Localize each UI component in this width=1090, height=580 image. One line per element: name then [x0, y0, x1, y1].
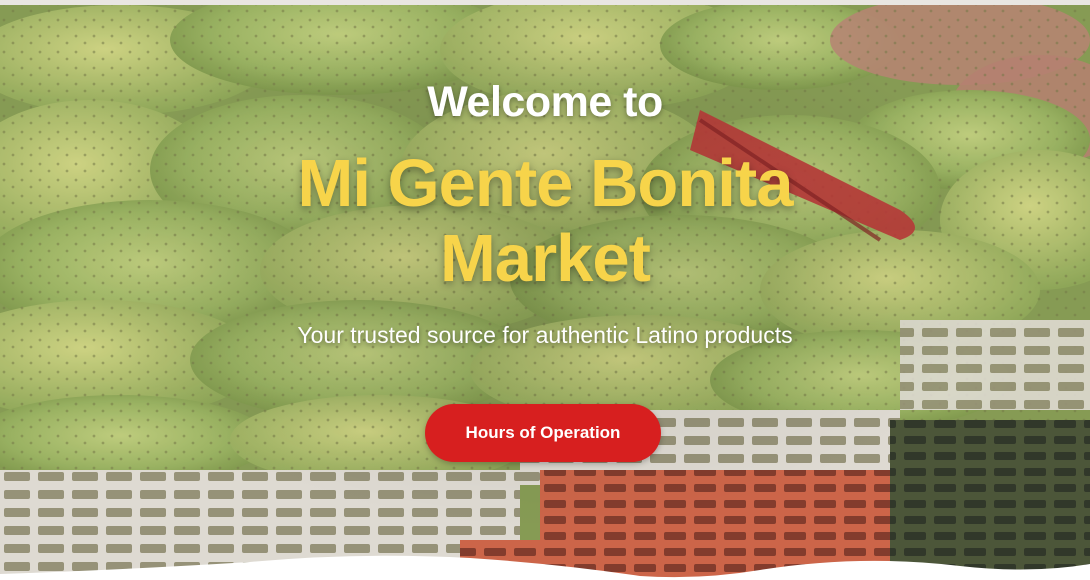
wave-divider [0, 555, 1090, 580]
market-name-line-2: Market [440, 221, 651, 296]
welcome-heading: Welcome to [427, 78, 663, 126]
market-name-line-1: Mi Gente Bonita [297, 146, 794, 221]
hours-of-operation-button[interactable]: Hours of Operation [425, 404, 661, 462]
top-strip [0, 0, 1090, 5]
hero-section: Welcome to Mi Gente Bonita Market Your t… [0, 0, 1090, 580]
tagline: Your trusted source for authentic Latino… [297, 322, 793, 348]
market-name-heading: Mi Gente Bonita Market [0, 146, 1090, 296]
